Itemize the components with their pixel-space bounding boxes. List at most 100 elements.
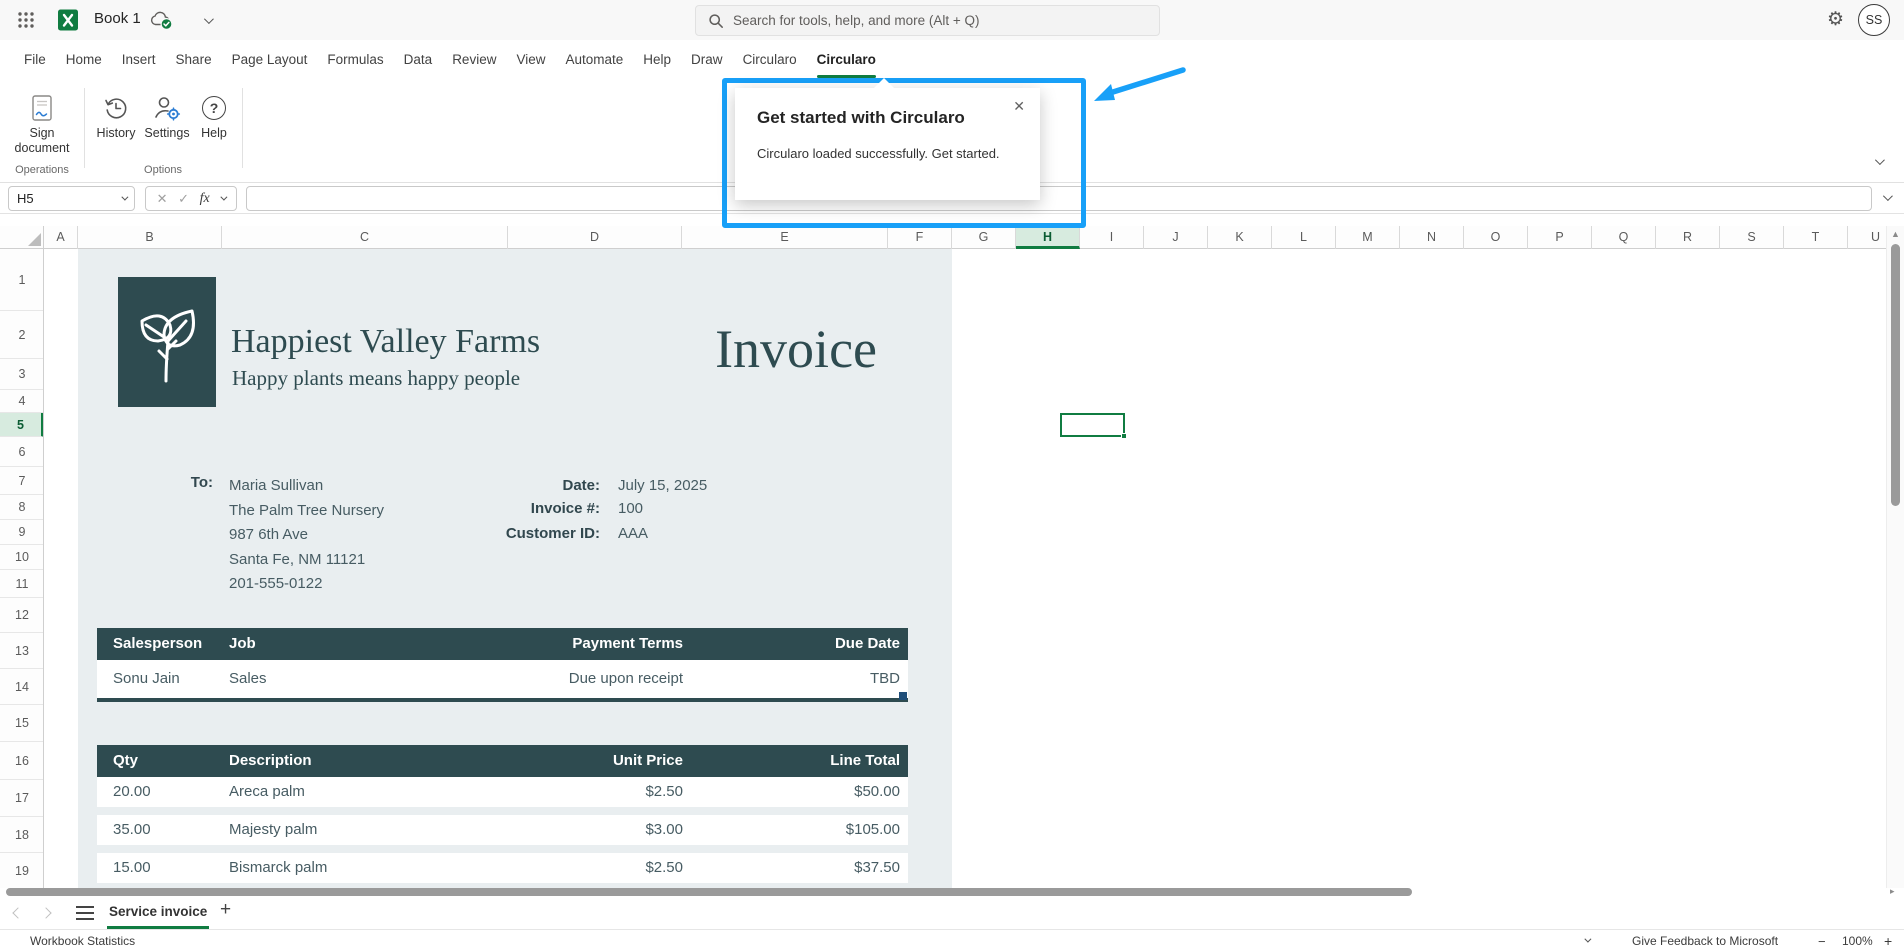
settings-button[interactable]: Settings bbox=[140, 92, 194, 141]
sign-document-button[interactable]: Sign document bbox=[8, 92, 76, 156]
sales-row-cell[interactable]: Sales bbox=[229, 660, 267, 698]
history-button[interactable]: History bbox=[92, 92, 140, 141]
next-sheet-chevron-icon[interactable] bbox=[40, 907, 51, 918]
col-header-A[interactable]: A bbox=[44, 226, 78, 249]
items-row-cell[interactable]: $2.50 bbox=[645, 777, 683, 807]
vertical-scrollbar[interactable]: ▲ bbox=[1886, 226, 1904, 888]
account-avatar[interactable]: SS bbox=[1858, 4, 1890, 36]
row-header-5[interactable]: 5 bbox=[0, 413, 44, 437]
items-row-cell[interactable]: $3.00 bbox=[645, 815, 683, 845]
menu-tab-share[interactable]: Share bbox=[166, 40, 222, 80]
items-row-cell[interactable]: Areca palm bbox=[229, 777, 305, 807]
workbook-title[interactable]: Book 1 bbox=[94, 10, 141, 27]
collapse-ribbon-chevron-icon[interactable] bbox=[1875, 155, 1885, 165]
items-row-cell[interactable]: $50.00 bbox=[854, 777, 900, 807]
invoice-to-line[interactable]: Santa Fe, NM 11121 bbox=[229, 548, 384, 573]
sales-header-cell[interactable]: Due Date bbox=[835, 628, 900, 660]
items-row-cell[interactable]: $105.00 bbox=[846, 815, 900, 845]
row-header-13[interactable]: 13 bbox=[0, 633, 44, 669]
close-icon[interactable]: ✕ bbox=[1013, 98, 1025, 115]
col-header-S[interactable]: S bbox=[1720, 226, 1784, 249]
invoice-meta-label[interactable]: Date: bbox=[380, 474, 600, 497]
table-corner-handle[interactable] bbox=[899, 692, 907, 700]
col-header-B[interactable]: B bbox=[78, 226, 222, 249]
items-row-cell[interactable]: $2.50 bbox=[645, 853, 683, 883]
workbook-menu-chevron-icon[interactable] bbox=[204, 14, 214, 24]
zoom-level[interactable]: 100% bbox=[1842, 934, 1873, 948]
row-header-4[interactable]: 4 bbox=[0, 390, 44, 413]
horizontal-scrollbar[interactable]: ▸ bbox=[0, 888, 1904, 897]
items-row-cell[interactable]: Majesty palm bbox=[229, 815, 317, 845]
all-sheets-menu-icon[interactable] bbox=[76, 906, 94, 920]
sales-row-cell[interactable]: Due upon receipt bbox=[569, 660, 683, 698]
items-row-cell[interactable]: $37.50 bbox=[854, 853, 900, 883]
col-header-R[interactable]: R bbox=[1656, 226, 1720, 249]
row-header-19[interactable]: 19 bbox=[0, 853, 44, 888]
menu-tab-circularo[interactable]: Circularo bbox=[733, 40, 807, 80]
zoom-out-minus-icon[interactable]: − bbox=[1818, 934, 1826, 949]
invoice-company-name[interactable]: Happiest Valley Farms bbox=[231, 323, 540, 361]
row-header-8[interactable]: 8 bbox=[0, 495, 44, 520]
give-feedback-link[interactable]: Give Feedback to Microsoft bbox=[1632, 934, 1778, 948]
menu-tab-data[interactable]: Data bbox=[394, 40, 443, 80]
select-all-corner[interactable] bbox=[0, 226, 44, 249]
menu-tab-home[interactable]: Home bbox=[56, 40, 112, 80]
previous-sheet-chevron-icon[interactable] bbox=[12, 907, 23, 918]
menu-tab-circularo[interactable]: Circularo bbox=[807, 40, 886, 80]
invoice-to-label[interactable]: To: bbox=[150, 474, 213, 491]
menu-tab-draw[interactable]: Draw bbox=[681, 40, 733, 80]
col-header-O[interactable]: O bbox=[1464, 226, 1528, 249]
items-row-cell[interactable]: Bismarck palm bbox=[229, 853, 327, 883]
col-header-T[interactable]: T bbox=[1784, 226, 1848, 249]
fill-handle[interactable] bbox=[1121, 433, 1127, 439]
col-header-H[interactable]: H bbox=[1016, 226, 1080, 249]
invoice-meta-value[interactable]: July 15, 2025 bbox=[618, 477, 707, 494]
insert-function-fx-icon[interactable]: fx bbox=[200, 191, 210, 207]
invoice-tagline[interactable]: Happy plants means happy people bbox=[232, 366, 520, 391]
scroll-up-icon[interactable]: ▲ bbox=[1891, 229, 1900, 239]
menu-tab-review[interactable]: Review bbox=[442, 40, 506, 80]
col-header-K[interactable]: K bbox=[1208, 226, 1272, 249]
row-header-12[interactable]: 12 bbox=[0, 598, 44, 633]
zoom-in-plus-icon[interactable]: + bbox=[1884, 933, 1892, 949]
sales-header-cell[interactable]: Payment Terms bbox=[572, 628, 683, 660]
search-input[interactable]: Search for tools, help, and more (Alt + … bbox=[695, 5, 1160, 36]
sales-row-cell[interactable]: TBD bbox=[870, 660, 900, 698]
vertical-scroll-thumb[interactable] bbox=[1891, 244, 1900, 506]
col-header-L[interactable]: L bbox=[1272, 226, 1336, 249]
expand-formula-bar-chevron-icon[interactable] bbox=[1883, 191, 1893, 201]
cancel-icon[interactable]: ✕ bbox=[157, 191, 168, 207]
menu-tab-view[interactable]: View bbox=[506, 40, 555, 80]
name-box[interactable]: H5 bbox=[8, 186, 135, 211]
invoice-to-line[interactable]: 201-555-0122 bbox=[229, 572, 384, 597]
items-row-cell[interactable]: 35.00 bbox=[113, 815, 151, 845]
items-header-cell[interactable]: Description bbox=[229, 745, 312, 777]
horizontal-scroll-thumb[interactable] bbox=[6, 888, 1412, 896]
invoice-meta-value[interactable]: 100 bbox=[618, 500, 643, 517]
col-header-N[interactable]: N bbox=[1400, 226, 1464, 249]
row-header-15[interactable]: 15 bbox=[0, 705, 44, 742]
row-header-14[interactable]: 14 bbox=[0, 669, 44, 705]
items-header-cell[interactable]: Qty bbox=[113, 745, 138, 777]
row-header-7[interactable]: 7 bbox=[0, 467, 44, 495]
items-row-cell[interactable]: 20.00 bbox=[113, 777, 151, 807]
invoice-title[interactable]: Invoice bbox=[693, 318, 877, 380]
col-header-F[interactable]: F bbox=[888, 226, 952, 249]
menu-tab-page-layout[interactable]: Page Layout bbox=[222, 40, 318, 80]
workbook-statistics-button[interactable]: Workbook Statistics bbox=[30, 934, 135, 948]
scroll-right-icon[interactable]: ▸ bbox=[1890, 886, 1895, 897]
row-header-11[interactable]: 11 bbox=[0, 570, 44, 598]
row-header-18[interactable]: 18 bbox=[0, 817, 44, 853]
company-logo[interactable] bbox=[118, 277, 216, 407]
excel-app-icon[interactable] bbox=[56, 8, 80, 32]
row-header-16[interactable]: 16 bbox=[0, 742, 44, 780]
invoice-meta-value[interactable]: AAA bbox=[618, 525, 648, 542]
sales-header-cell[interactable]: Salesperson bbox=[113, 628, 202, 660]
col-header-I[interactable]: I bbox=[1080, 226, 1144, 249]
status-chevron-icon[interactable] bbox=[1584, 936, 1591, 943]
invoice-to-line[interactable]: 987 6th Ave bbox=[229, 523, 384, 548]
row-header-1[interactable]: 1 bbox=[0, 249, 44, 311]
app-launcher-waffle-icon[interactable] bbox=[14, 8, 38, 32]
invoice-to-line[interactable]: The Palm Tree Nursery bbox=[229, 499, 384, 524]
invoice-to-line[interactable]: Maria Sullivan bbox=[229, 474, 384, 499]
